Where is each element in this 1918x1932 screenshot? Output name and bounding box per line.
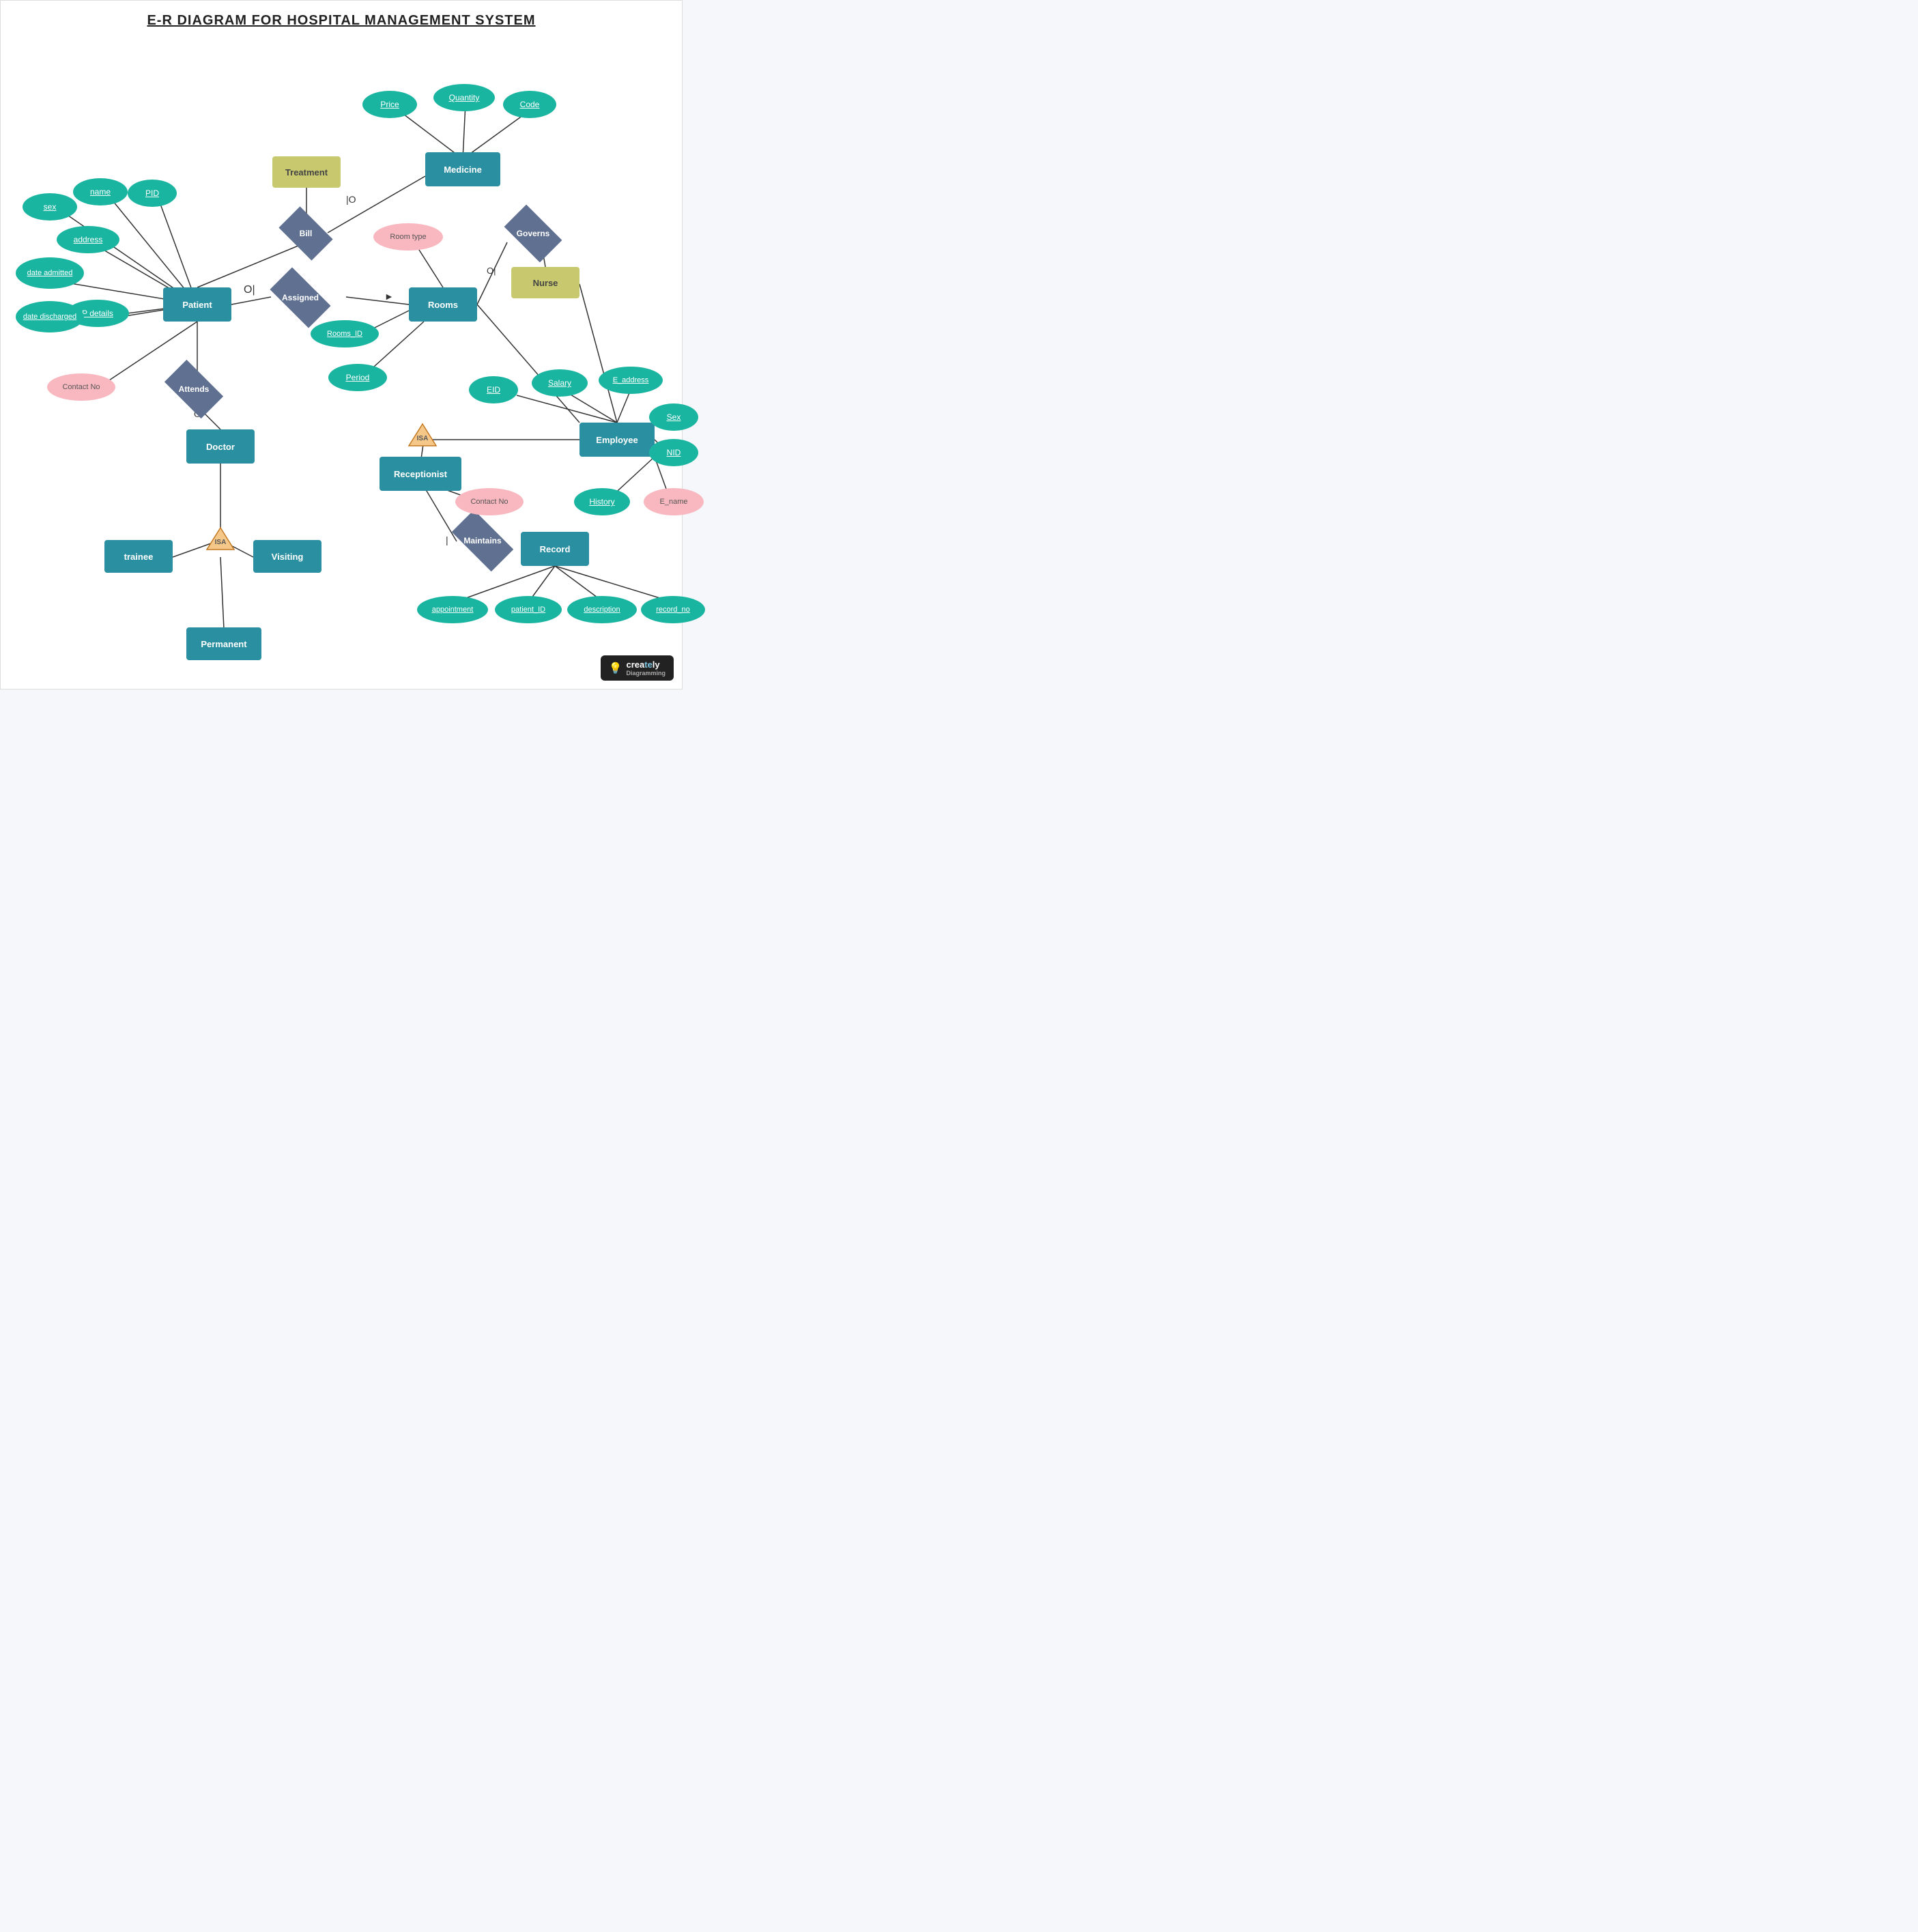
attr-eid: EID xyxy=(469,376,518,403)
entity-rooms: Rooms xyxy=(409,287,477,322)
entity-trainee: trainee xyxy=(104,540,173,573)
attr-appointment: appointment xyxy=(417,596,488,623)
isa-employee: ISA xyxy=(407,423,438,451)
attr-contact-no-patient: Contact No xyxy=(47,373,115,401)
attr-salary: Salary xyxy=(532,369,588,397)
entity-visiting: Visiting xyxy=(253,540,321,573)
diagram-container: E-R DIAGRAM FOR HOSPITAL MANAGEMENT SYST… xyxy=(0,0,683,690)
relation-maintains: Maintains xyxy=(443,521,522,560)
bulb-icon: 💡 xyxy=(609,662,622,675)
attr-rooms-id: Rooms_ID xyxy=(311,320,379,347)
entity-treatment: Treatment xyxy=(272,156,341,188)
attr-record-no: record_no xyxy=(641,596,705,623)
attr-e-name: E_name xyxy=(644,488,704,515)
attr-code: Code xyxy=(503,91,556,118)
attr-address: address xyxy=(57,226,119,253)
attr-price: Price xyxy=(362,91,417,118)
attr-contact-no-rec: Contact No xyxy=(455,488,524,515)
svg-text:ISA: ISA xyxy=(417,435,429,442)
entity-doctor: Doctor xyxy=(186,429,255,464)
attr-date-discharged: date discharged xyxy=(16,301,84,332)
attr-name: name xyxy=(73,178,128,205)
page-title: E-R DIAGRAM FOR HOSPITAL MANAGEMENT SYST… xyxy=(1,1,682,29)
entity-patient: Patient xyxy=(163,287,231,322)
svg-text:O|: O| xyxy=(244,284,255,296)
attr-sex-emp: Sex xyxy=(649,403,698,431)
svg-text:►: ► xyxy=(384,291,394,302)
attr-patient-id: patient_ID xyxy=(495,596,562,623)
relation-governs: Governs xyxy=(498,214,569,253)
attr-nid: NID xyxy=(649,439,698,466)
svg-text:ISA: ISA xyxy=(215,539,227,546)
entity-receptionist: Receptionist xyxy=(380,457,461,491)
isa-doctor: ISA xyxy=(205,526,235,554)
attr-period: Period xyxy=(328,364,387,391)
brand-sub: Diagramming xyxy=(626,670,665,677)
attr-description: description xyxy=(567,596,637,623)
entity-record: Record xyxy=(521,532,589,566)
creately-badge: 💡 creately Diagramming xyxy=(601,655,674,681)
svg-text:|O: |O xyxy=(346,194,356,205)
attr-room-type: Room type xyxy=(373,223,443,251)
attr-e-address: E_address xyxy=(599,367,663,394)
brand-name: creately xyxy=(626,659,665,670)
relation-bill: Bill xyxy=(274,214,338,253)
relation-assigned: Assigned xyxy=(260,278,341,317)
entity-medicine: Medicine xyxy=(425,152,500,186)
svg-text:O|: O| xyxy=(487,266,496,276)
attr-sex: sex xyxy=(23,193,77,221)
entity-permanent: Permanent xyxy=(186,627,261,660)
entity-employee: Employee xyxy=(579,423,655,457)
entity-nurse: Nurse xyxy=(511,267,579,298)
attr-history: History xyxy=(574,488,630,515)
relation-attends: Attends xyxy=(158,369,230,409)
attr-date-admitted: date admitted xyxy=(16,257,84,289)
attr-pid: PID xyxy=(128,180,177,207)
attr-quantity: Quantity xyxy=(433,84,495,111)
